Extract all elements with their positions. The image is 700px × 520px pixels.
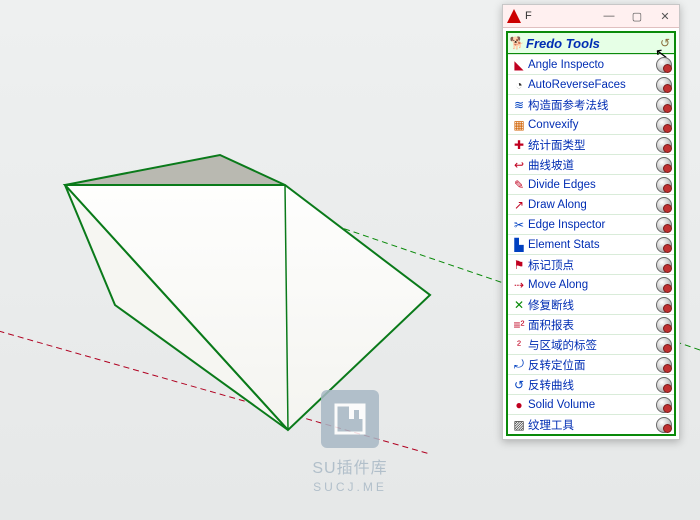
tool-label: Convexify	[528, 119, 654, 131]
tool-icon: ▙	[510, 237, 528, 253]
tool-row-15[interactable]: ⤾反转定位面	[508, 354, 674, 374]
tool-icon: ↺	[510, 377, 528, 393]
tool-action-icon[interactable]	[656, 137, 672, 153]
tool-icon: ✎	[510, 177, 528, 193]
tool-label: 与区域的标签	[528, 337, 654, 353]
tool-label: 反转定位面	[528, 357, 654, 373]
window-titlebar[interactable]: F — ▢ ✕	[503, 5, 679, 28]
tool-action-icon[interactable]	[656, 177, 672, 193]
tool-label: 曲线坡道	[528, 157, 654, 173]
tool-icon: ⇢	[510, 277, 528, 293]
tool-action-icon[interactable]	[656, 117, 672, 133]
tool-action-icon[interactable]	[656, 377, 672, 393]
tool-icon: ▨	[510, 417, 528, 433]
tool-label: AutoReverseFaces	[528, 79, 654, 91]
app-stage: SU插件库 SUCJ.ME F — ▢ ✕ 🐕 Fredo Tools ↺ ↖ …	[0, 0, 700, 520]
tool-label: 修复断线	[528, 297, 654, 313]
tool-row-17[interactable]: ●Solid Volume	[508, 394, 674, 414]
tool-icon: ◔	[510, 77, 528, 93]
tool-action-icon[interactable]	[656, 317, 672, 333]
tool-action-icon[interactable]	[656, 277, 672, 293]
tool-row-2[interactable]: ≋构造面参考法线	[508, 94, 674, 114]
tool-row-4[interactable]: ✚统计面类型	[508, 134, 674, 154]
tool-icon: ↗	[510, 197, 528, 213]
tool-row-13[interactable]: ≡²面积报表	[508, 314, 674, 334]
toolbox-header[interactable]: 🐕 Fredo Tools ↺ ↖	[508, 33, 674, 54]
watermark: SU插件库 SUCJ.ME	[265, 390, 435, 494]
tool-label: 面积报表	[528, 317, 654, 333]
tool-label: Edge Inspector	[528, 219, 654, 231]
tool-row-11[interactable]: ⇢Move Along	[508, 274, 674, 294]
tool-action-icon[interactable]	[656, 237, 672, 253]
toolbox-title: Fredo Tools	[526, 36, 656, 51]
tool-label: Divide Edges	[528, 179, 654, 191]
window-title: F	[525, 10, 595, 22]
window-minimize-button[interactable]: —	[595, 5, 623, 27]
watermark-url: SUCJ.ME	[265, 480, 435, 494]
tool-action-icon[interactable]	[656, 217, 672, 233]
tool-row-9[interactable]: ▙Element Stats	[508, 234, 674, 254]
tool-label: Angle Inspecto	[528, 59, 654, 71]
tool-label: 构造面参考法线	[528, 97, 654, 113]
tool-row-16[interactable]: ↺反转曲线	[508, 374, 674, 394]
toolbox-list: ◣Angle Inspecto◔AutoReverseFaces≋构造面参考法线…	[508, 54, 674, 434]
tool-row-7[interactable]: ↗Draw Along	[508, 194, 674, 214]
tool-row-5[interactable]: ↩曲线坡道	[508, 154, 674, 174]
tool-label: 纹理工具	[528, 417, 654, 433]
tool-action-icon[interactable]	[656, 297, 672, 313]
tool-label: 标记顶点	[528, 257, 654, 273]
tool-icon: ◣	[510, 57, 528, 73]
tool-row-14[interactable]: ²与区域的标签	[508, 334, 674, 354]
tool-label: Move Along	[528, 279, 654, 291]
tool-action-icon[interactable]	[656, 197, 672, 213]
tool-action-icon[interactable]	[656, 257, 672, 273]
tool-row-6[interactable]: ✎Divide Edges	[508, 174, 674, 194]
tool-action-icon[interactable]	[656, 77, 672, 93]
tool-row-10[interactable]: ⚑标记顶点	[508, 254, 674, 274]
tool-row-0[interactable]: ◣Angle Inspecto	[508, 54, 674, 74]
tool-action-icon[interactable]	[656, 157, 672, 173]
tool-row-1[interactable]: ◔AutoReverseFaces	[508, 74, 674, 94]
tool-label: Solid Volume	[528, 399, 654, 411]
tool-action-icon[interactable]	[656, 337, 672, 353]
tool-action-icon[interactable]	[656, 357, 672, 373]
window-close-button[interactable]: ✕	[651, 5, 679, 27]
tool-action-icon[interactable]	[656, 397, 672, 413]
toolbox: 🐕 Fredo Tools ↺ ↖ ◣Angle Inspecto◔AutoRe…	[506, 31, 676, 436]
app-icon	[507, 9, 521, 23]
tool-row-12[interactable]: ✕修复断线	[508, 294, 674, 314]
tool-label: Element Stats	[528, 239, 654, 251]
tool-icon: ≡²	[510, 317, 528, 333]
tool-row-3[interactable]: ▦Convexify	[508, 114, 674, 134]
tool-icon: ✕	[510, 297, 528, 313]
tool-action-icon[interactable]	[656, 97, 672, 113]
tool-icon: ⚑	[510, 257, 528, 273]
fredo-logo-icon: 🐕	[508, 36, 526, 50]
tool-icon: ▦	[510, 117, 528, 133]
window-maximize-button[interactable]: ▢	[623, 5, 651, 27]
tool-action-icon[interactable]	[656, 417, 672, 433]
tool-icon: ✂	[510, 217, 528, 233]
tool-icon: ●	[510, 397, 528, 413]
fredo-tools-window[interactable]: F — ▢ ✕ 🐕 Fredo Tools ↺ ↖ ◣Angle Inspect…	[502, 4, 680, 440]
tool-action-icon[interactable]	[656, 57, 672, 73]
tool-row-8[interactable]: ✂Edge Inspector	[508, 214, 674, 234]
tool-icon: ✚	[510, 137, 528, 153]
tool-label: 统计面类型	[528, 137, 654, 153]
tool-label: 反转曲线	[528, 377, 654, 393]
tool-row-18[interactable]: ▨纹理工具	[508, 414, 674, 434]
tool-icon: ²	[510, 337, 528, 353]
tool-icon: ↩	[510, 157, 528, 173]
watermark-logo-icon	[321, 390, 379, 448]
watermark-title: SU插件库	[265, 454, 435, 478]
toolbox-settings-icon[interactable]: ↺	[656, 36, 674, 50]
tool-icon: ⤾	[510, 357, 528, 373]
tool-label: Draw Along	[528, 199, 654, 211]
tool-icon: ≋	[510, 97, 528, 113]
